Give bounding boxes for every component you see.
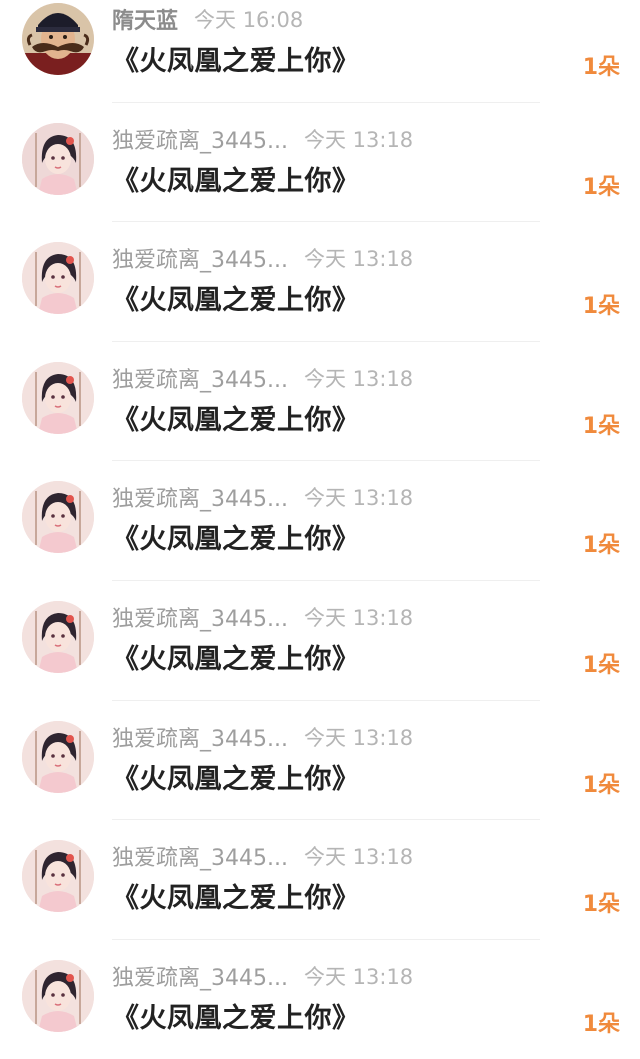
item-meta: 独爱疏离_3445... 今天 13:18	[112, 601, 413, 633]
book-title[interactable]: 《火凤凰之爱上你》	[112, 159, 360, 198]
timestamp: 今天 13:18	[303, 725, 414, 750]
sender-name[interactable]: 独爱疏离_3445...	[112, 960, 288, 992]
gift-record-list: 隋天蓝 今天 16:08 《火凤凰之爱上你》 1朵 独爱疏离_3445... 今…	[0, 0, 640, 1043]
gift-count: 1朵	[582, 174, 620, 200]
list-item[interactable]: 独爱疏离_3445... 今天 13:18 《火凤凰之爱上你》 1朵	[0, 940, 640, 1059]
list-item[interactable]: 独爱疏离_3445... 今天 13:18 《火凤凰之爱上你》 1朵	[0, 581, 640, 701]
list-item[interactable]: 独爱疏离_3445... 今天 13:18 《火凤凰之爱上你》 1朵	[0, 820, 640, 940]
list-item[interactable]: 独爱疏离_3445... 今天 13:18 《火凤凰之爱上你》 1朵	[0, 461, 640, 581]
gift-count: 1朵	[582, 533, 620, 559]
list-item[interactable]: 隋天蓝 今天 16:08 《火凤凰之爱上你》 1朵	[0, 0, 640, 103]
list-item[interactable]: 独爱疏离_3445... 今天 13:18 《火凤凰之爱上你》 1朵	[0, 222, 640, 342]
anime-girl-avatar[interactable]	[22, 720, 94, 793]
item-meta: 隋天蓝 今天 16:08	[112, 3, 303, 35]
list-item[interactable]: 独爱疏离_3445... 今天 13:18 《火凤凰之爱上你》 1朵	[0, 342, 640, 462]
gift-count: 1朵	[582, 892, 620, 918]
gift-count: 1朵	[582, 652, 620, 678]
item-meta: 独爱疏离_3445... 今天 13:18	[112, 362, 413, 394]
item-meta: 独爱疏离_3445... 今天 13:18	[112, 242, 413, 274]
book-title[interactable]: 《火凤凰之爱上你》	[112, 517, 360, 556]
anime-girl-avatar[interactable]	[22, 481, 94, 554]
timestamp: 今天 13:18	[303, 127, 414, 152]
book-title[interactable]: 《火凤凰之爱上你》	[112, 996, 360, 1035]
anime-girl-avatar[interactable]	[22, 600, 94, 673]
gift-count: 1朵	[582, 55, 620, 80]
list-item[interactable]: 独爱疏离_3445... 今天 13:18 《火凤凰之爱上你》 1朵	[0, 701, 640, 821]
sender-name[interactable]: 独爱疏离_3445...	[112, 840, 288, 872]
mustache-man-avatar[interactable]	[22, 3, 94, 75]
timestamp: 今天 13:18	[303, 845, 414, 870]
sender-name[interactable]: 独爱疏离_3445...	[112, 362, 288, 394]
book-title[interactable]: 《火凤凰之爱上你》	[112, 757, 360, 796]
timestamp: 今天 13:18	[303, 486, 414, 511]
sender-name[interactable]: 独爱疏离_3445...	[112, 242, 288, 274]
timestamp: 今天 13:18	[303, 247, 414, 272]
anime-girl-avatar[interactable]	[22, 840, 94, 913]
book-title[interactable]: 《火凤凰之爱上你》	[112, 39, 360, 78]
gift-count: 1朵	[582, 772, 620, 798]
item-meta: 独爱疏离_3445... 今天 13:18	[112, 960, 413, 992]
sender-name[interactable]: 独爱疏离_3445...	[112, 481, 288, 513]
anime-girl-avatar[interactable]	[22, 361, 94, 434]
anime-girl-avatar[interactable]	[22, 242, 94, 315]
book-title[interactable]: 《火凤凰之爱上你》	[112, 637, 360, 676]
timestamp: 今天 13:18	[303, 366, 414, 391]
sender-name[interactable]: 独爱疏离_3445...	[112, 123, 288, 155]
item-meta: 独爱疏离_3445... 今天 13:18	[112, 721, 413, 753]
gift-count: 1朵	[582, 1011, 620, 1037]
anime-girl-avatar[interactable]	[22, 959, 94, 1032]
item-meta: 独爱疏离_3445... 今天 13:18	[112, 123, 413, 155]
sender-name[interactable]: 独爱疏离_3445...	[112, 601, 288, 633]
timestamp: 今天 13:18	[303, 964, 414, 989]
item-meta: 独爱疏离_3445... 今天 13:18	[112, 840, 413, 872]
sender-name[interactable]: 独爱疏离_3445...	[112, 721, 288, 753]
timestamp: 今天 16:08	[194, 8, 304, 32]
book-title[interactable]: 《火凤凰之爱上你》	[112, 398, 360, 437]
gift-count: 1朵	[582, 294, 620, 320]
sender-name[interactable]: 隋天蓝	[112, 3, 178, 35]
timestamp: 今天 13:18	[303, 605, 414, 630]
anime-girl-avatar[interactable]	[22, 122, 94, 195]
list-item[interactable]: 独爱疏离_3445... 今天 13:18 《火凤凰之爱上你》 1朵	[0, 103, 640, 223]
item-meta: 独爱疏离_3445... 今天 13:18	[112, 481, 413, 513]
book-title[interactable]: 《火凤凰之爱上你》	[112, 278, 360, 317]
book-title[interactable]: 《火凤凰之爱上你》	[112, 876, 360, 915]
gift-count: 1朵	[582, 413, 620, 439]
